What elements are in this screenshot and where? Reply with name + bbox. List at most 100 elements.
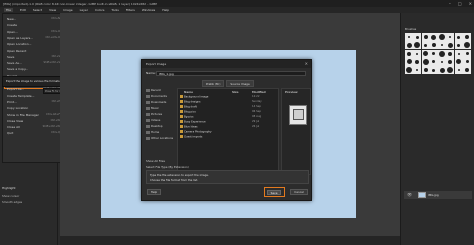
brush-swatch[interactable] <box>446 57 455 66</box>
crumb-drive[interactable]: Pratik (M:) <box>202 80 225 87</box>
file-row[interactable]: Blue Ideas 26 Jul <box>180 125 278 128</box>
place-desktop[interactable]: Desktop <box>146 124 163 128</box>
brush-swatch[interactable] <box>421 49 430 58</box>
file-row[interactable]: Blog pics 06 Sep <box>180 110 278 113</box>
brush-swatch[interactable] <box>446 33 455 41</box>
file-row[interactable]: Blog draft 14 Sep <box>180 105 278 108</box>
select-file-type[interactable]: Select File Type (By Extension) <box>146 165 189 169</box>
cancel-button[interactable]: Cancel <box>290 189 308 195</box>
menu-select[interactable]: Select <box>33 8 42 12</box>
menu-layer[interactable]: Layer <box>80 8 88 12</box>
brush-swatch[interactable] <box>454 41 463 50</box>
file-row[interactable]: Guest imports <box>180 135 278 138</box>
brush-swatch[interactable] <box>421 66 430 75</box>
brush-swatch[interactable] <box>429 49 438 58</box>
menu-edit[interactable]: Edit <box>20 8 26 12</box>
menu-image[interactable]: Image <box>63 8 72 12</box>
menu-help[interactable]: Help <box>162 8 169 12</box>
help-button[interactable]: Help <box>147 189 161 195</box>
brush-swatch[interactable] <box>413 49 422 58</box>
file-menu-item[interactable]: Save As... <box>7 61 22 65</box>
place-downloads[interactable]: Downloads <box>146 100 166 104</box>
file-menu-item[interactable]: Close View <box>7 119 23 123</box>
brush-swatch[interactable] <box>413 57 422 66</box>
close-icon[interactable]: ✕ <box>469 1 472 6</box>
file-menu-item[interactable]: Show in File Manager <box>7 113 39 117</box>
menu-view[interactable]: View <box>49 8 56 12</box>
crumb-folder[interactable]: Source Image <box>226 80 254 87</box>
file-menu-item[interactable]: Close All <box>7 125 20 129</box>
brush-swatch[interactable] <box>405 66 413 75</box>
file-menu-item[interactable]: Export As... <box>7 87 24 91</box>
brush-swatch[interactable] <box>405 57 413 66</box>
brush-swatch[interactable] <box>454 33 463 41</box>
place-recent[interactable]: Recent <box>146 88 161 92</box>
brush-swatch[interactable] <box>421 57 430 66</box>
brush-swatch[interactable] <box>446 41 455 50</box>
file-menu-item[interactable]: Open as Layers... <box>7 36 33 40</box>
brush-swatch[interactable] <box>405 49 413 58</box>
menu-colors[interactable]: Colors <box>95 8 104 12</box>
file-menu-item[interactable]: Open... <box>7 30 18 34</box>
brush-swatch[interactable] <box>413 33 422 41</box>
file-menu-item[interactable]: Open Location... <box>7 42 32 46</box>
menu-filters[interactable]: Filters <box>126 8 135 12</box>
file-menu-item[interactable]: Copy Location <box>7 106 28 110</box>
brush-swatch[interactable] <box>405 33 413 41</box>
brush-swatch[interactable] <box>429 33 438 41</box>
smooth-edges-option[interactable]: Smooth edges <box>2 200 22 204</box>
brush-swatch[interactable] <box>413 41 422 50</box>
brush-swatch[interactable] <box>438 49 447 58</box>
file-name-input[interactable]: IMG_1.jpg <box>156 71 306 76</box>
brush-swatch[interactable] <box>438 57 447 66</box>
place-other[interactable]: Other Locations <box>146 136 173 140</box>
place-documents[interactable]: Documents <box>146 94 167 98</box>
file-row[interactable]: Bg-pics 08 Aug <box>180 115 278 118</box>
maximize-icon[interactable]: □ <box>458 1 462 6</box>
col-name[interactable]: Name <box>184 90 193 94</box>
brush-swatch[interactable] <box>438 33 447 41</box>
brush-swatch[interactable] <box>421 33 430 41</box>
brush-swatch[interactable] <box>454 57 463 66</box>
menu-file[interactable]: File <box>4 8 14 12</box>
brush-swatch[interactable] <box>438 41 447 50</box>
brush-swatch[interactable] <box>454 49 463 58</box>
brush-swatch[interactable] <box>429 41 438 50</box>
place-home[interactable]: Home <box>146 130 159 134</box>
eye-icon[interactable]: 👁 <box>407 192 412 197</box>
file-menu-item[interactable]: New... <box>7 17 16 21</box>
file-menu-item[interactable]: Create Template... <box>7 94 34 98</box>
show-all-files[interactable]: Show All Files <box>146 159 165 163</box>
col-size[interactable]: Size <box>232 90 239 94</box>
brush-swatch[interactable] <box>463 57 472 66</box>
brush-swatch[interactable] <box>429 66 438 75</box>
brush-swatch[interactable] <box>463 49 472 58</box>
menu-windows[interactable]: Windows <box>142 8 155 12</box>
file-menu-item[interactable]: Create <box>7 23 17 27</box>
menu-tools[interactable]: Tools <box>111 8 118 12</box>
show-cursor-option[interactable]: Show cursor <box>2 194 19 198</box>
brush-swatch[interactable] <box>421 41 430 50</box>
file-menu-item[interactable]: Print... <box>7 100 17 104</box>
file-menu-item[interactable]: Open Recent <box>7 49 26 53</box>
brush-swatch[interactable] <box>429 57 438 66</box>
col-modified[interactable]: Modified <box>252 90 266 94</box>
place-pictures[interactable]: Pictures <box>146 112 162 116</box>
dialog-close-icon[interactable]: ✕ <box>305 61 308 66</box>
brush-swatch[interactable] <box>463 33 472 41</box>
layer-row[interactable]: 👁 IMG.jpg <box>404 191 472 199</box>
brush-swatch[interactable] <box>454 66 463 75</box>
file-menu-item[interactable]: Quit <box>7 131 13 135</box>
brush-swatch[interactable] <box>413 66 422 75</box>
place-music[interactable]: Music <box>146 106 159 110</box>
save-button[interactable]: Save <box>267 190 281 195</box>
brush-swatch[interactable] <box>405 41 413 50</box>
file-menu-item[interactable]: Save <box>7 55 14 59</box>
file-row[interactable]: Busy Experience 29 Jul <box>180 120 278 123</box>
brush-swatch[interactable] <box>446 66 455 75</box>
minimize-icon[interactable]: – <box>449 1 451 6</box>
brush-swatch[interactable] <box>446 49 455 58</box>
file-menu-item[interactable]: Save a Copy... <box>7 67 28 71</box>
brush-swatch[interactable] <box>438 66 447 75</box>
file-row[interactable]: Camera Photography <box>180 130 278 133</box>
